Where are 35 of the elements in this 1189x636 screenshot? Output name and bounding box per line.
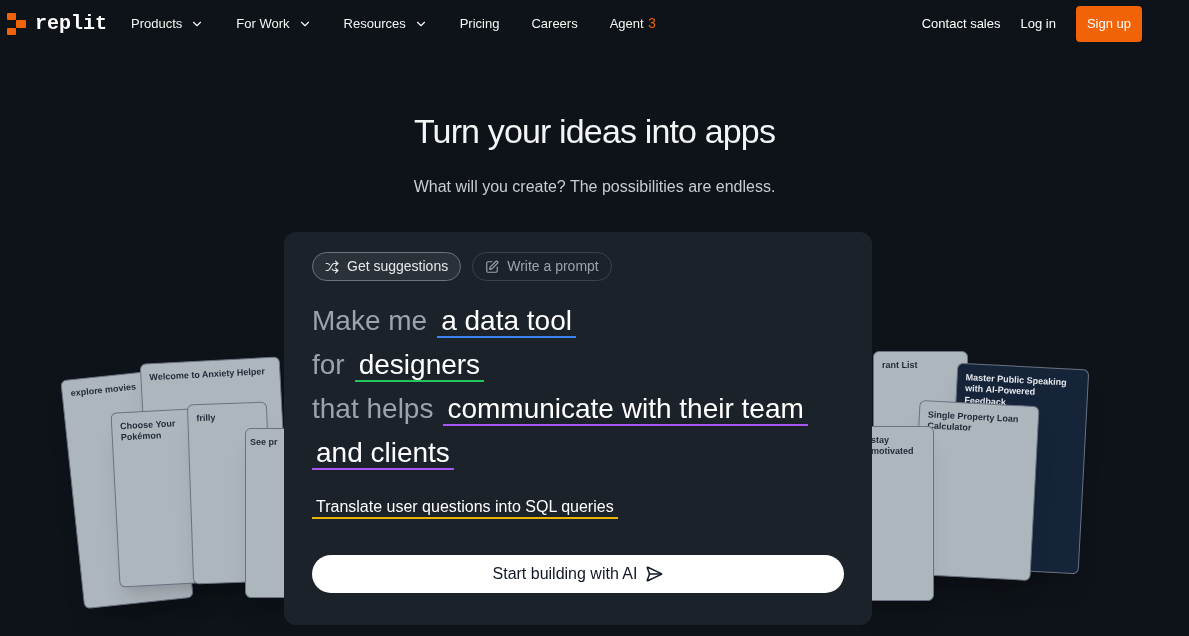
app-preview-title: See pr (250, 437, 279, 449)
nav-link[interactable]: Careers (531, 14, 578, 34)
app-preview-title: Master Public Speaking with AI-Powered Feedback (964, 372, 1068, 409)
app-preview-title: Single Property Loan Calculator (927, 409, 1020, 435)
start-building-button[interactable]: Start building with AI (312, 555, 844, 593)
suggestion-text[interactable]: Translate user questions into SQL queries (312, 498, 618, 519)
app-preview-title: rant List (882, 360, 919, 372)
nav-link[interactable]: Agent 3 (609, 13, 657, 35)
nav-link[interactable]: For Work (236, 14, 312, 34)
nav-link[interactable]: Contact sales (921, 14, 1001, 34)
edit-icon (485, 259, 500, 274)
hero-title: Turn your ideas into apps (413, 111, 776, 152)
logo-icon (7, 13, 27, 35)
prompt-choice[interactable]: designers (354, 349, 485, 382)
app-preview-title: stay motivated (871, 435, 915, 458)
hero-subtitle: What will you create? The possibilities are endless. (413, 177, 776, 197)
prompt-prefix: Make me (312, 305, 428, 336)
prompt-choice[interactable]: and clients (312, 437, 454, 470)
shuffle-icon (325, 259, 339, 274)
nav-link[interactable]: Products (131, 14, 205, 34)
prompt-prefix: that helps (312, 393, 434, 424)
app-preview-title: Choose Your Pokémon (119, 417, 177, 444)
version-number: 3 (647, 14, 657, 34)
send-icon (645, 565, 664, 583)
app-preview-title: frilly (196, 411, 217, 425)
prompt-choice[interactable]: a data tool (437, 305, 576, 338)
nav-link[interactable]: Resources (343, 14, 428, 34)
brand-name[interactable]: replit (35, 9, 107, 39)
prompt-prefix: for (312, 349, 345, 380)
mode-tab[interactable]: Get suggestions (312, 252, 462, 281)
nav-link[interactable]: Log in (1020, 14, 1056, 34)
app-preview-title: explore movies (70, 380, 138, 400)
app-preview-title: Welcome to Anxiety Helper (149, 365, 267, 384)
nav-link[interactable]: Pricing (459, 14, 500, 34)
prompt-choice[interactable]: communicate with their team (443, 393, 808, 426)
